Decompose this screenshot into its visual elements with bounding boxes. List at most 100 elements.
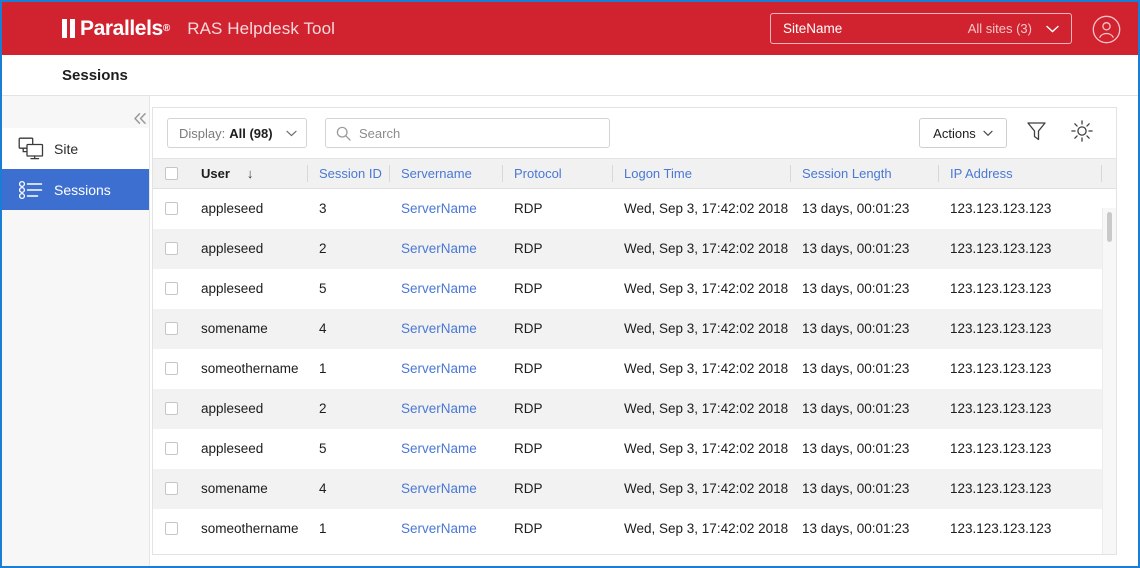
row-select-cell[interactable] xyxy=(153,509,189,549)
servername-link[interactable]: ServerName xyxy=(401,441,477,456)
filter-button[interactable] xyxy=(1019,116,1053,150)
display-filter-label: Display: xyxy=(179,126,225,141)
table-row[interactable]: somename4ServerNameRDPWed, Sep 3, 17:42:… xyxy=(153,469,1116,509)
cell-session-length: 13 days, 00:01:23 xyxy=(790,309,938,349)
cell-server[interactable]: ServerName xyxy=(389,429,502,469)
display-filter-dropdown[interactable]: Display: All (98) xyxy=(167,118,307,148)
servername-link[interactable]: ServerName xyxy=(401,481,477,496)
cell-session-length: 13 days, 00:01:23 xyxy=(790,349,938,389)
cell-server[interactable]: ServerName xyxy=(389,269,502,309)
table-row[interactable]: someothername1ServerNameRDPWed, Sep 3, 1… xyxy=(153,349,1116,389)
cell-session-length: 13 days, 00:01:23 xyxy=(790,509,938,549)
sessions-table-head: User ↓ Session ID Servername Protocol xyxy=(153,159,1116,189)
column-header-ip-address[interactable]: IP Address xyxy=(938,159,1101,189)
row-select-cell[interactable] xyxy=(153,269,189,309)
row-checkbox[interactable] xyxy=(165,202,178,215)
row-checkbox[interactable] xyxy=(165,282,178,295)
row-select-cell[interactable] xyxy=(153,349,189,389)
user-avatar-icon[interactable] xyxy=(1092,15,1121,44)
sidebar-item-site[interactable]: Site xyxy=(2,128,149,169)
cell-user: someothername xyxy=(189,349,307,389)
row-checkbox[interactable] xyxy=(165,402,178,415)
row-checkbox[interactable] xyxy=(165,442,178,455)
cell-logon-time: Wed, Sep 3, 17:42:02 2018 xyxy=(612,309,790,349)
select-all-checkbox[interactable] xyxy=(165,167,178,180)
servername-link[interactable]: ServerName xyxy=(401,201,477,216)
column-header-logon-time[interactable]: Logon Time xyxy=(612,159,790,189)
table-scrollbar-thumb[interactable] xyxy=(1107,212,1112,242)
cell-protocol: RDP xyxy=(502,269,612,309)
row-select-cell[interactable] xyxy=(153,189,189,229)
cell-user: somename xyxy=(189,309,307,349)
table-row[interactable]: somename4ServerNameRDPWed, Sep 3, 17:42:… xyxy=(153,309,1116,349)
table-row[interactable]: appleseed2ServerNameRDPWed, Sep 3, 17:42… xyxy=(153,229,1116,269)
servername-link[interactable]: ServerName xyxy=(401,241,477,256)
cell-protocol: RDP xyxy=(502,509,612,549)
actions-button[interactable]: Actions xyxy=(919,118,1007,148)
cell-user: somename xyxy=(189,469,307,509)
sort-descending-icon: ↓ xyxy=(247,166,254,181)
cell-server[interactable]: ServerName xyxy=(389,509,502,549)
table-row[interactable]: appleseed5ServerNameRDPWed, Sep 3, 17:42… xyxy=(153,429,1116,469)
cell-server[interactable]: ServerName xyxy=(389,309,502,349)
cell-user: someothername xyxy=(189,509,307,549)
cell-session-id: 2 xyxy=(307,229,389,269)
site-selector[interactable]: SiteName All sites (3) xyxy=(770,13,1072,44)
table-row[interactable]: appleseed5ServerNameRDPWed, Sep 3, 17:42… xyxy=(153,269,1116,309)
cell-server[interactable]: ServerName xyxy=(389,189,502,229)
list-icon xyxy=(16,180,46,200)
row-checkbox[interactable] xyxy=(165,482,178,495)
cell-ip-address: 123.123.123.123 xyxy=(938,229,1101,269)
monitors-icon xyxy=(16,137,46,161)
cell-server[interactable]: ServerName xyxy=(389,229,502,269)
servername-link[interactable]: ServerName xyxy=(401,281,477,296)
select-all-header[interactable] xyxy=(153,159,189,189)
app-window: Parallels ® RAS Helpdesk Tool SiteName A… xyxy=(0,0,1140,568)
cell-server[interactable]: ServerName xyxy=(389,389,502,429)
cell-ip-address: 123.123.123.123 xyxy=(938,349,1101,389)
table-row[interactable]: appleseed2ServerNameRDPWed, Sep 3, 17:42… xyxy=(153,389,1116,429)
cell-logon-time: Wed, Sep 3, 17:42:02 2018 xyxy=(612,469,790,509)
row-select-cell[interactable] xyxy=(153,389,189,429)
table-scrollbar[interactable] xyxy=(1102,208,1116,555)
servername-link[interactable]: ServerName xyxy=(401,321,477,336)
row-select-cell[interactable] xyxy=(153,429,189,469)
row-checkbox[interactable] xyxy=(165,322,178,335)
search-box[interactable] xyxy=(325,118,610,148)
table-row[interactable]: appleseed3ServerNameRDPWed, Sep 3, 17:42… xyxy=(153,189,1116,229)
cell-protocol: RDP xyxy=(502,349,612,389)
chevron-down-icon xyxy=(1046,25,1059,33)
search-input[interactable] xyxy=(359,126,589,141)
sessions-table: User ↓ Session ID Servername Protocol xyxy=(153,158,1116,549)
sessions-panel: Display: All (98) Actions xyxy=(152,107,1117,555)
cell-ip-address: 123.123.123.123 xyxy=(938,189,1101,229)
row-select-cell[interactable] xyxy=(153,309,189,349)
table-header-row: User ↓ Session ID Servername Protocol xyxy=(153,159,1116,189)
cell-ip-address: 123.123.123.123 xyxy=(938,389,1101,429)
column-header-session-id[interactable]: Session ID xyxy=(307,159,389,189)
cell-logon-time: Wed, Sep 3, 17:42:02 2018 xyxy=(612,429,790,469)
row-select-cell[interactable] xyxy=(153,229,189,269)
cell-session-id: 4 xyxy=(307,309,389,349)
row-checkbox[interactable] xyxy=(165,362,178,375)
cell-ip-address: 123.123.123.123 xyxy=(938,509,1101,549)
column-header-protocol[interactable]: Protocol xyxy=(502,159,612,189)
cell-server[interactable]: ServerName xyxy=(389,469,502,509)
top-header-bar: Parallels ® RAS Helpdesk Tool SiteName A… xyxy=(2,2,1138,55)
settings-button[interactable] xyxy=(1065,116,1099,150)
servername-link[interactable]: ServerName xyxy=(401,401,477,416)
cell-logon-time: Wed, Sep 3, 17:42:02 2018 xyxy=(612,269,790,309)
column-header-user[interactable]: User ↓ xyxy=(189,159,307,189)
table-row[interactable]: someothername1ServerNameRDPWed, Sep 3, 1… xyxy=(153,509,1116,549)
row-checkbox[interactable] xyxy=(165,522,178,535)
cell-server[interactable]: ServerName xyxy=(389,349,502,389)
sidebar-collapse-button[interactable] xyxy=(132,110,148,126)
servername-link[interactable]: ServerName xyxy=(401,521,477,536)
row-select-cell[interactable] xyxy=(153,469,189,509)
column-header-session-length[interactable]: Session Length xyxy=(790,159,938,189)
column-header-servername[interactable]: Servername xyxy=(389,159,502,189)
parallels-bars-icon xyxy=(62,19,75,38)
servername-link[interactable]: ServerName xyxy=(401,361,477,376)
row-checkbox[interactable] xyxy=(165,242,178,255)
sidebar-item-sessions[interactable]: Sessions xyxy=(2,169,149,210)
